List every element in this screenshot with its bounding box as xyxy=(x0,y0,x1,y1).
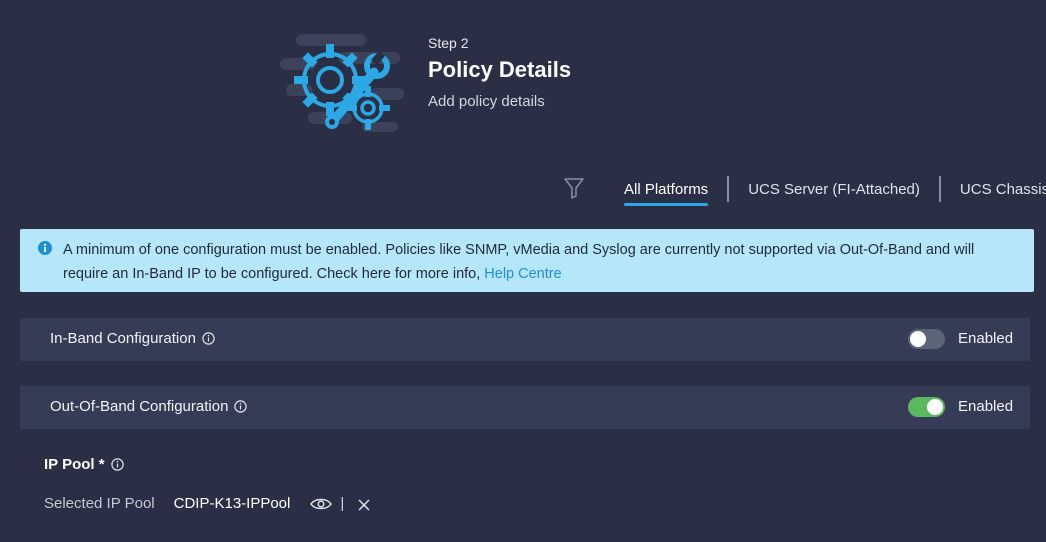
selected-ip-pool-label: Selected IP Pool xyxy=(44,495,155,512)
inband-toggle[interactable] xyxy=(908,329,945,349)
ip-pool-heading-group: IP Pool * xyxy=(44,456,124,473)
banner-message: A minimum of one configuration must be e… xyxy=(63,238,1018,286)
eye-icon[interactable] xyxy=(310,497,333,511)
outofband-toggle[interactable] xyxy=(908,397,945,417)
toggle-knob xyxy=(927,399,943,415)
page-subtitle: Add policy details xyxy=(428,93,545,110)
outofband-configuration-label-group: Out-Of-Band Configuration xyxy=(50,398,248,415)
outofband-configuration-label: Out-Of-Band Configuration xyxy=(50,398,229,415)
toggle-knob xyxy=(910,331,926,347)
separator: | xyxy=(340,495,345,512)
tab-ucs-chassis[interactable]: UCS Chassis xyxy=(948,172,1046,206)
gear-wrench-icon xyxy=(278,28,408,138)
info-icon[interactable] xyxy=(202,332,215,345)
inband-configuration-label-group: In-Band Configuration xyxy=(50,330,215,347)
info-icon xyxy=(38,241,52,255)
page-title: Policy Details xyxy=(428,57,572,82)
tab-divider xyxy=(938,176,941,202)
tab-all-platforms[interactable]: All Platforms xyxy=(612,172,720,206)
filter-icon[interactable] xyxy=(563,177,585,199)
info-icon[interactable] xyxy=(110,458,124,471)
tab-divider xyxy=(727,176,730,202)
info-icon[interactable] xyxy=(234,400,248,413)
close-icon[interactable] xyxy=(358,498,370,511)
step-header: Step 2 Policy Details Add policy details xyxy=(428,34,571,112)
outofband-configuration-row: Out-Of-Band Configuration Enabled xyxy=(20,386,1030,429)
info-banner: A minimum of one configuration must be e… xyxy=(20,229,1034,292)
inband-configuration-label: In-Band Configuration xyxy=(50,330,196,347)
platform-tabs: All Platforms UCS Server (FI-Attached) U… xyxy=(612,172,1046,206)
selected-ip-pool-row: Selected IP Pool CDIP-K13-IPPool | xyxy=(44,495,370,512)
selected-ip-pool-value: CDIP-K13-IPPool xyxy=(173,495,291,512)
inband-configuration-row: In-Band Configuration Enabled xyxy=(20,318,1030,361)
ip-pool-heading: IP Pool * xyxy=(44,456,105,473)
help-centre-link[interactable]: Help Centre xyxy=(484,266,561,282)
step-label: Step 2 xyxy=(428,35,469,51)
tab-ucs-server-fi-attached[interactable]: UCS Server (FI-Attached) xyxy=(736,172,932,206)
inband-toggle-label: Enabled xyxy=(958,330,1014,347)
outofband-toggle-label: Enabled xyxy=(958,398,1014,415)
